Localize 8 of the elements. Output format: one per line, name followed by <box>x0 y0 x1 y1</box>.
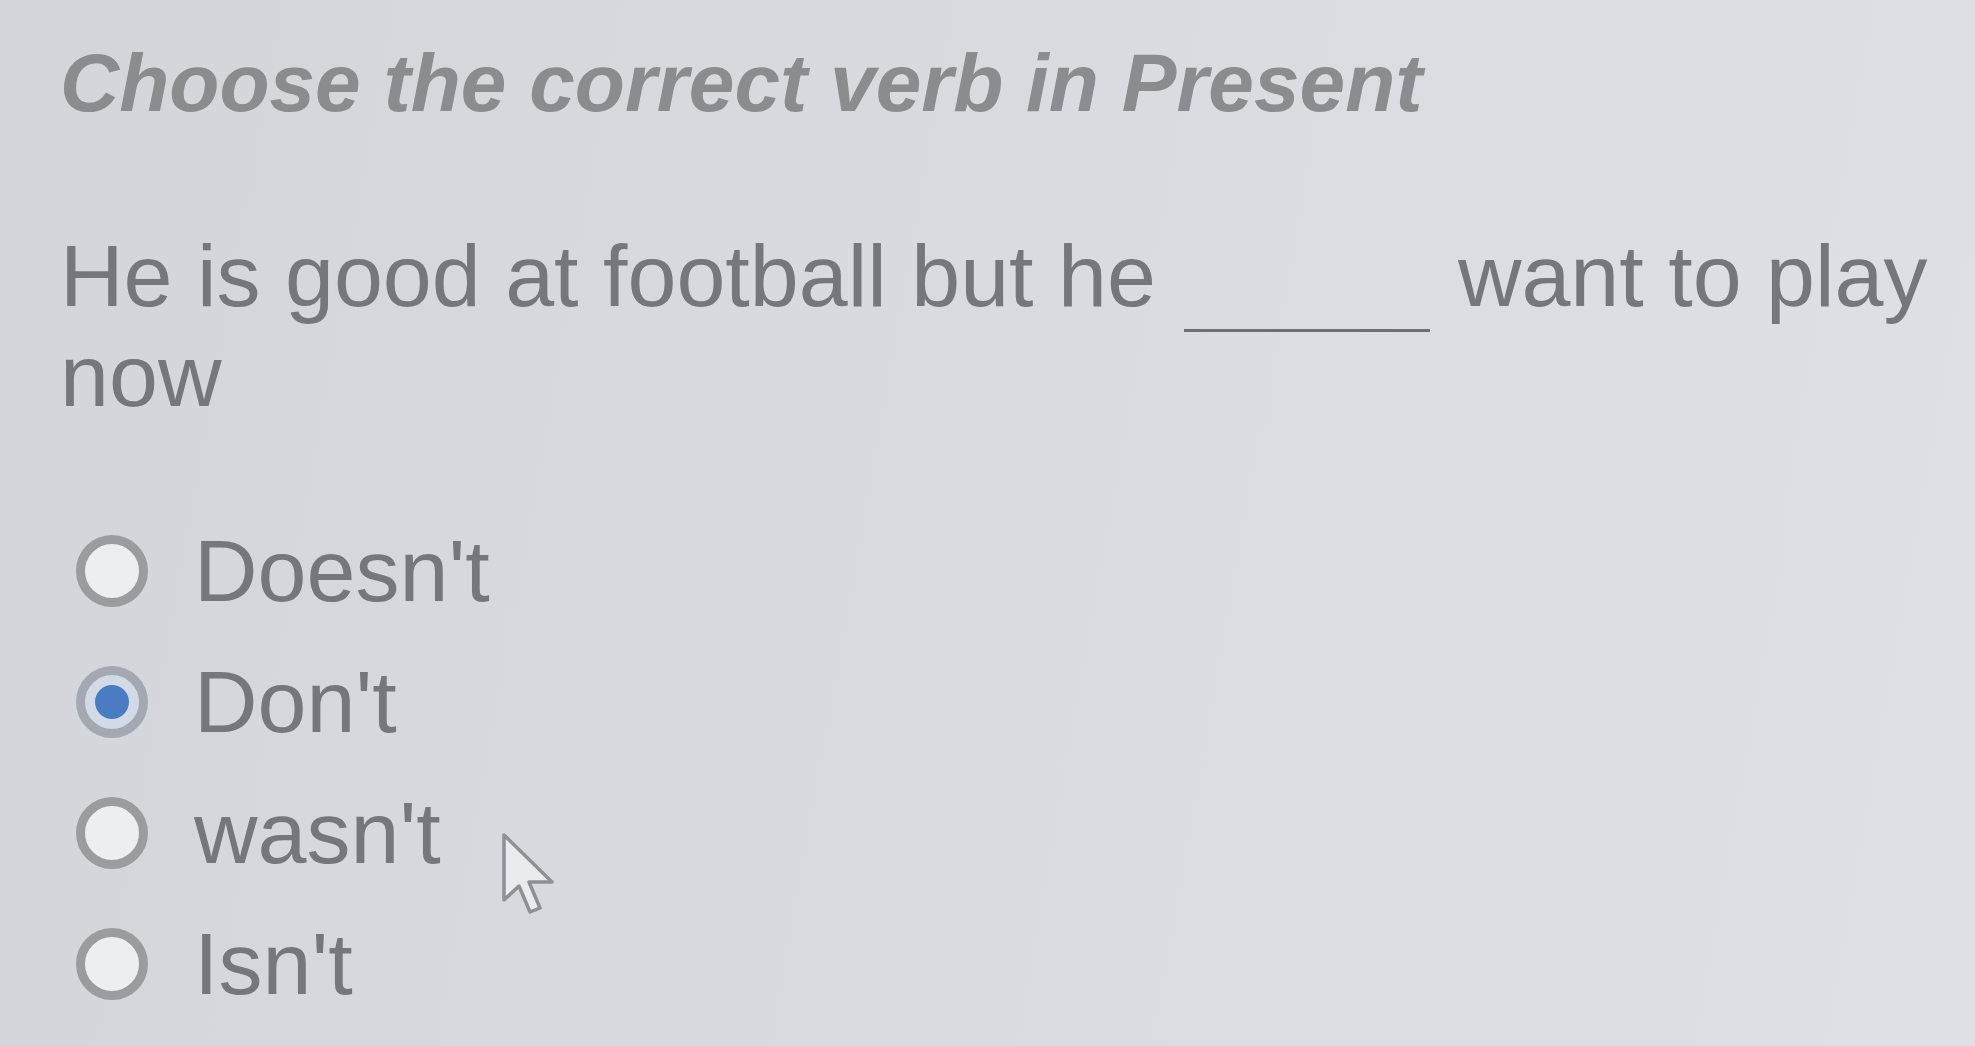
option-label[interactable]: wasn't <box>194 782 441 884</box>
question-text: want to play <box>1457 226 1928 327</box>
option-label[interactable]: Isn't <box>194 913 353 1015</box>
option-label[interactable]: Doesn't <box>194 520 490 622</box>
question-text: He is good at football but he <box>60 226 1156 327</box>
question-text: now <box>60 326 222 427</box>
option-label[interactable]: Don't <box>194 651 397 753</box>
mouse-pointer-icon <box>501 832 556 916</box>
